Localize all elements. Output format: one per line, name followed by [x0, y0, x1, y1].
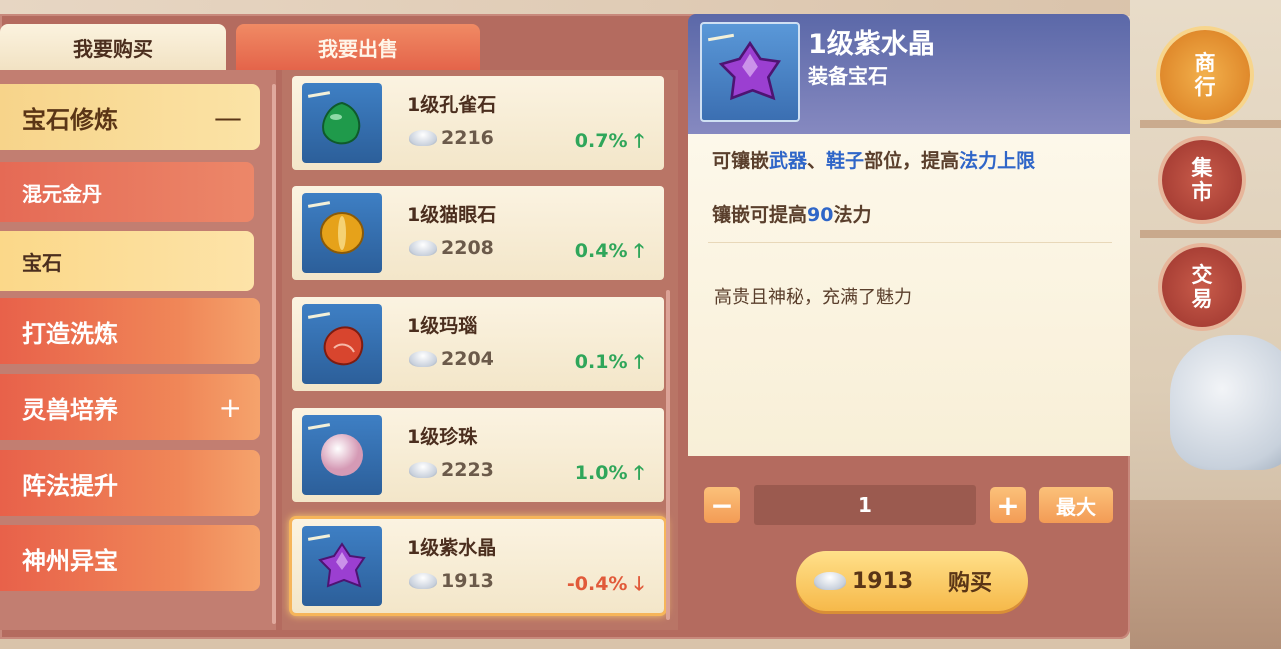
amethyst-icon — [318, 542, 366, 588]
price-change: 0.1% 🡑 — [574, 351, 644, 373]
increase-quantity-button[interactable]: + — [990, 487, 1026, 523]
buy-button[interactable]: 1913 购买 — [796, 551, 1028, 611]
agate-icon — [323, 326, 364, 366]
item-thumbnail — [302, 83, 382, 163]
item-name: 1级孔雀石 — [407, 94, 497, 116]
detail-thumbnail — [700, 22, 800, 122]
item-thumbnail — [302, 415, 382, 495]
floor — [1130, 500, 1281, 649]
item-row[interactable]: 1级珍珠 2223 1.0% 🡑 — [292, 408, 664, 502]
item-name: 1级珍珠 — [407, 426, 478, 448]
detail-divider — [708, 242, 1112, 243]
item-price: 1913 — [409, 570, 494, 592]
item-thumbnail — [302, 193, 382, 273]
item-name: 1级猫眼石 — [407, 204, 497, 226]
trend-up-icon: 🡑 — [634, 462, 644, 484]
item-price: 2208 — [409, 237, 494, 259]
item-name: 1级紫水晶 — [407, 537, 497, 559]
item-row-selected[interactable]: 1级紫水晶 1913 -0.4% 🡓 — [292, 519, 664, 613]
item-thumbnail — [302, 526, 382, 606]
nav-label: 集市 — [1191, 156, 1213, 204]
pearl-icon — [321, 434, 363, 476]
detail-title: 1级紫水晶 — [808, 29, 935, 60]
collapse-icon: — — [214, 100, 242, 134]
category-label: 神州异宝 — [22, 546, 118, 575]
category-label: 灵兽培养 — [22, 395, 118, 424]
nav-trade[interactable]: 交易 — [1162, 247, 1242, 327]
item-name: 1级玛瑙 — [407, 315, 478, 337]
subcategory-gem[interactable]: 宝石 — [0, 231, 254, 291]
silver-ingot-icon — [409, 573, 437, 589]
nav-trading-house[interactable]: 商行 — [1160, 30, 1250, 120]
expand-icon: + — [218, 390, 242, 424]
category-scrollbar[interactable] — [272, 84, 276, 624]
silver-ingot-icon — [409, 240, 437, 256]
nav-market[interactable]: 集市 — [1162, 140, 1242, 220]
cats-eye-icon — [320, 212, 364, 254]
subcategory-hunyuan-jindan[interactable]: 混元金丹 — [0, 162, 254, 222]
silver-ingot-icon — [409, 351, 437, 367]
item-row[interactable]: 1级孔雀石 2216 0.7% 🡑 — [292, 76, 664, 170]
nav-label: 商行 — [1194, 51, 1216, 99]
item-thumbnail — [302, 304, 382, 384]
nav-label: 交易 — [1191, 263, 1213, 311]
item-price: 2223 — [409, 459, 494, 481]
decrease-quantity-button[interactable]: − — [704, 487, 740, 523]
quantity-input[interactable]: 1 — [754, 485, 976, 525]
category-spirit-beast[interactable]: 灵兽培养 + — [0, 374, 260, 440]
category-gem-training[interactable]: 宝石修炼 — — [0, 84, 260, 150]
amethyst-icon — [718, 40, 782, 101]
detail-subtitle: 装备宝石 — [808, 64, 888, 88]
price-change: 0.7% 🡑 — [574, 130, 644, 152]
buy-label: 购买 — [948, 571, 993, 596]
tab-sell[interactable]: 我要出售 — [236, 24, 480, 70]
shelf — [1140, 230, 1281, 238]
subcategory-label: 宝石 — [22, 250, 62, 275]
shelf — [1140, 120, 1281, 128]
tab-buy[interactable]: 我要购买 — [0, 24, 226, 70]
detail-bonus: 镶嵌可提高90法力 — [712, 204, 872, 226]
category-label: 宝石修炼 — [22, 105, 118, 134]
item-row[interactable]: 1级玛瑙 2204 0.1% 🡑 — [292, 297, 664, 391]
trend-down-icon: 🡓 — [634, 573, 644, 595]
category-formation[interactable]: 阵法提升 — [0, 450, 260, 516]
silver-ingot-icon — [409, 462, 437, 478]
category-label: 阵法提升 — [22, 471, 118, 500]
category-label: 打造洗炼 — [22, 319, 118, 348]
detail-description: 高贵且神秘，充满了魅力 — [714, 287, 912, 308]
malachite-icon — [322, 101, 361, 145]
price-change: 1.0% 🡑 — [574, 462, 644, 484]
porcelain-jar — [1170, 335, 1281, 470]
trend-up-icon: 🡑 — [634, 130, 644, 152]
category-forge-refine[interactable]: 打造洗炼 — [0, 298, 260, 364]
silver-ingot-icon — [409, 130, 437, 146]
subcategory-label: 混元金丹 — [22, 181, 102, 206]
trend-up-icon: 🡑 — [634, 351, 644, 373]
buy-total-price: 1913 — [852, 568, 914, 594]
item-price: 2204 — [409, 348, 494, 370]
silver-ingot-icon — [814, 572, 846, 590]
max-quantity-button[interactable]: 最大 — [1039, 487, 1113, 523]
item-list-scrollbar[interactable] — [666, 290, 670, 620]
category-divine-treasure[interactable]: 神州异宝 — [0, 525, 260, 591]
detail-effect: 可镶嵌武器、鞋子部位，提高法力上限 — [712, 150, 1036, 172]
price-change: -0.4% 🡓 — [566, 573, 644, 595]
item-row[interactable]: 1级猫眼石 2208 0.4% 🡑 — [292, 186, 664, 280]
trend-up-icon: 🡑 — [634, 240, 644, 262]
price-change: 0.4% 🡑 — [574, 240, 644, 262]
item-price: 2216 — [409, 127, 494, 149]
